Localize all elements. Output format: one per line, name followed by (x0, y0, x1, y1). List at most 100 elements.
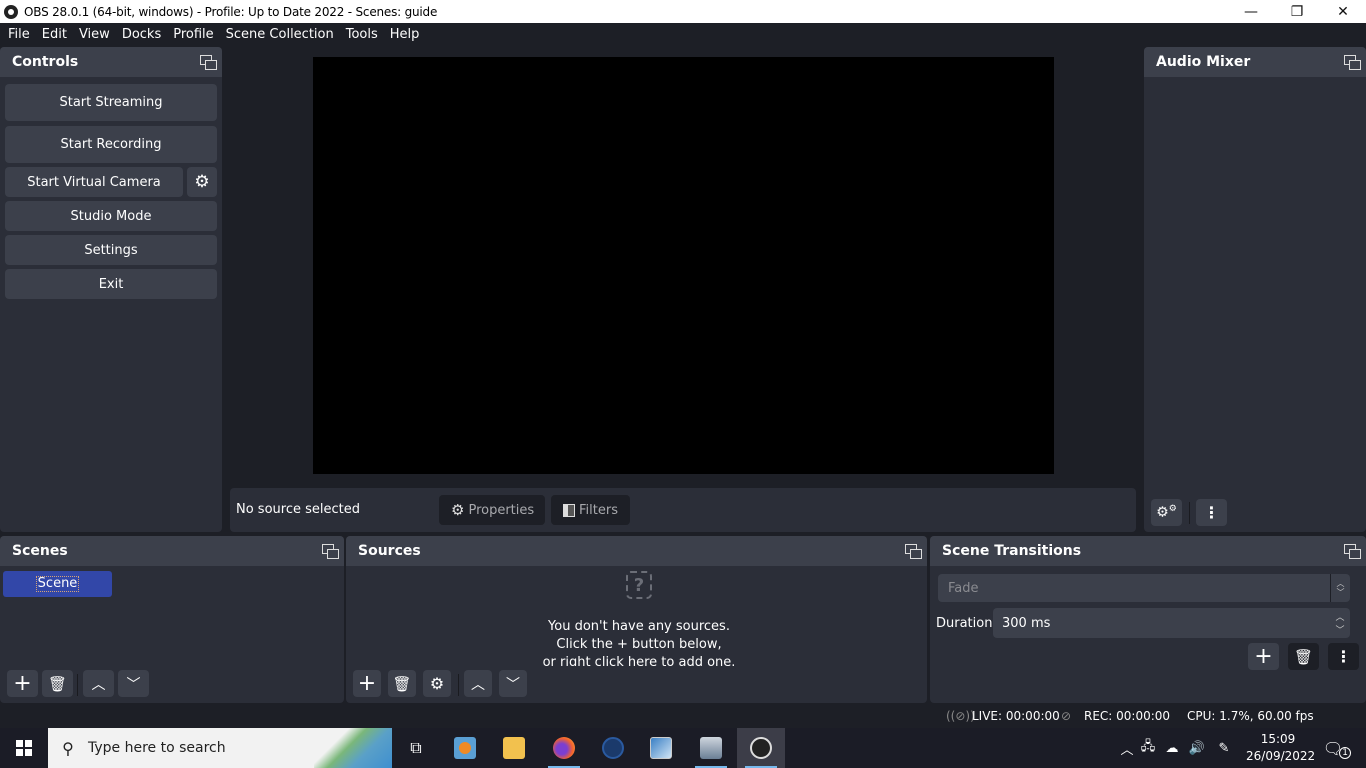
menu-scene-collection[interactable]: Scene Collection (220, 23, 340, 47)
windows-taskbar: ⚲ Type here to search ⧉ ︿ 🖧 ☁ 🔊 ✎ 15:09 … (0, 728, 1366, 768)
studio-mode-button[interactable]: Studio Mode (5, 201, 217, 231)
undock-icon[interactable] (1344, 544, 1361, 559)
scene-transitions-title: Scene Transitions (942, 543, 1082, 559)
properties-button[interactable]: ⚙ Properties (439, 495, 545, 525)
taskbar-app-steam[interactable] (589, 728, 637, 768)
start-streaming-button[interactable]: Start Streaming (5, 84, 217, 121)
move-source-up-button[interactable]: ︿ (464, 670, 492, 697)
audio-mixer-menu-button[interactable]: ⋮ (1196, 499, 1227, 526)
cpu-fps-readout: CPU: 1.7%, 60.00 fps (1187, 709, 1314, 723)
obs-logo-icon (4, 4, 18, 19)
transition-value: Fade (948, 580, 979, 596)
scenes-dock: Scenes Scene + 🗑 ︿ ﹀ (0, 536, 344, 703)
notification-center-button[interactable]: 🗨 1 (1322, 728, 1352, 768)
kebab-menu-icon: ⋮ (1203, 503, 1220, 522)
menu-help[interactable]: Help (384, 23, 426, 47)
plus-icon: + (357, 671, 377, 696)
menu-bar: File Edit View Docks Profile Scene Colle… (0, 23, 1366, 47)
menu-profile[interactable]: Profile (167, 23, 219, 47)
chevron-up-icon[interactable]: ︿ (1118, 739, 1136, 758)
scene-transitions-header: Scene Transitions (930, 536, 1366, 566)
task-view-button[interactable]: ⧉ (392, 728, 440, 768)
source-properties-button[interactable]: ⚙ (423, 670, 451, 697)
add-transition-button[interactable]: + (1248, 643, 1279, 670)
transition-properties-button[interactable]: ⋮ (1328, 643, 1359, 670)
menu-file[interactable]: File (2, 23, 36, 47)
move-source-down-button[interactable]: ﹀ (499, 670, 527, 697)
menu-edit[interactable]: Edit (36, 23, 73, 47)
taskbar-app-media-player[interactable] (441, 728, 489, 768)
steam-icon (602, 737, 624, 759)
controls-dock-header: Controls (0, 47, 222, 77)
window-title-bar: OBS 28.0.1 (64-bit, windows) - Profile: … (0, 0, 1366, 23)
move-scene-down-button[interactable]: ﹀ (118, 670, 149, 697)
network-icon[interactable]: 🖧 (1136, 737, 1160, 759)
source-status-label: No source selected (236, 502, 360, 517)
maximize-button[interactable]: ❐ (1274, 0, 1320, 23)
sources-title: Sources (358, 543, 421, 559)
start-virtual-camera-button[interactable]: Start Virtual Camera (5, 167, 183, 197)
clock-time: 15:09 (1260, 732, 1296, 746)
remove-scene-button[interactable]: 🗑 (42, 670, 73, 697)
volume-icon[interactable]: 🔊 (1184, 741, 1210, 756)
start-recording-button[interactable]: Start Recording (5, 126, 217, 163)
remove-transition-button[interactable]: 🗑 (1288, 643, 1319, 670)
scene-transitions-dock: Scene Transitions Fade ︿ ﹀ Duration 300 m… (930, 536, 1366, 703)
preview-canvas[interactable] (313, 57, 1054, 474)
menu-view[interactable]: View (73, 23, 116, 47)
filters-label: Filters (579, 502, 618, 518)
scenes-title: Scenes (12, 543, 68, 559)
menu-docks[interactable]: Docks (116, 23, 167, 47)
clock-date: 26/09/2022 (1246, 749, 1316, 763)
taskbar-clock[interactable]: 15:09 26/09/2022 (1246, 731, 1316, 765)
undock-icon[interactable] (905, 544, 922, 559)
taskbar-app-firefox[interactable] (540, 728, 588, 768)
taskbar-search-box[interactable]: ⚲ Type here to search (48, 728, 392, 768)
scene-list-item[interactable]: Scene (3, 571, 112, 597)
properties-label: Properties (468, 502, 535, 518)
obs-icon (750, 737, 772, 759)
filters-button[interactable]: Filters (551, 495, 630, 525)
settings-button[interactable]: Settings (5, 235, 217, 265)
start-button[interactable] (0, 728, 48, 768)
empty-line-2: Click the + button below, (556, 637, 722, 652)
undock-icon[interactable] (1344, 55, 1361, 70)
trash-icon: 🗑 (47, 674, 68, 693)
sources-dock: Sources ? You don't have any sources. Cl… (346, 536, 927, 703)
remove-source-button[interactable]: 🗑 (388, 670, 416, 697)
trash-icon: 🗑 (392, 674, 412, 693)
onedrive-cloud-icon[interactable]: ☁ (1160, 741, 1184, 756)
question-mark-icon: ? (626, 571, 652, 599)
sources-empty-message[interactable]: You don't have any sources. Click the + … (346, 618, 927, 666)
taskbar-app-paint[interactable] (637, 728, 685, 768)
pen-icon[interactable]: ✎ (1210, 741, 1238, 756)
rec-status-icon: ⊘ (1061, 709, 1072, 723)
chevron-up-icon: ︿ (471, 676, 485, 693)
menu-tools[interactable]: Tools (340, 23, 384, 47)
trash-icon: 🗑 (1293, 647, 1314, 666)
gear-icon: ⚙ (451, 501, 465, 519)
separator (77, 674, 78, 696)
add-source-button[interactable]: + (353, 670, 381, 697)
taskbar-app-obs[interactable] (737, 728, 785, 768)
undock-icon[interactable] (200, 55, 217, 70)
taskbar-app-file-explorer[interactable] (490, 728, 538, 768)
virtual-camera-settings-button[interactable]: ⚙ (187, 167, 217, 197)
undock-icon[interactable] (322, 544, 339, 559)
task-view-icon: ⧉ (410, 738, 422, 757)
move-scene-up-button[interactable]: ︿ (83, 670, 114, 697)
taskbar-app-notepad[interactable] (687, 728, 735, 768)
transition-select[interactable]: Fade ︿ ﹀ (938, 574, 1350, 602)
minimize-button[interactable]: — (1228, 0, 1274, 23)
source-toolbar: No source selected ⚙ Properties Filters (230, 488, 1136, 532)
exit-button[interactable]: Exit (5, 269, 217, 299)
status-bar: ((⊘)) LIVE: 00:00:00 ⊘ REC: 00:00:00 CPU… (0, 704, 1366, 728)
duration-value: 300 ms (1002, 615, 1051, 631)
add-scene-button[interactable]: + (7, 670, 38, 697)
close-button[interactable]: ✕ (1320, 0, 1366, 23)
duration-spinbox[interactable]: 300 ms ︿ ﹀ (993, 608, 1350, 638)
scenes-header: Scenes (0, 536, 344, 566)
advanced-audio-properties-button[interactable]: ⚙⚙ (1151, 499, 1182, 526)
spin-arrows-icon[interactable]: ︿ ﹀ (1332, 610, 1348, 636)
window-title: OBS 28.0.1 (64-bit, windows) - Profile: … (24, 4, 438, 19)
